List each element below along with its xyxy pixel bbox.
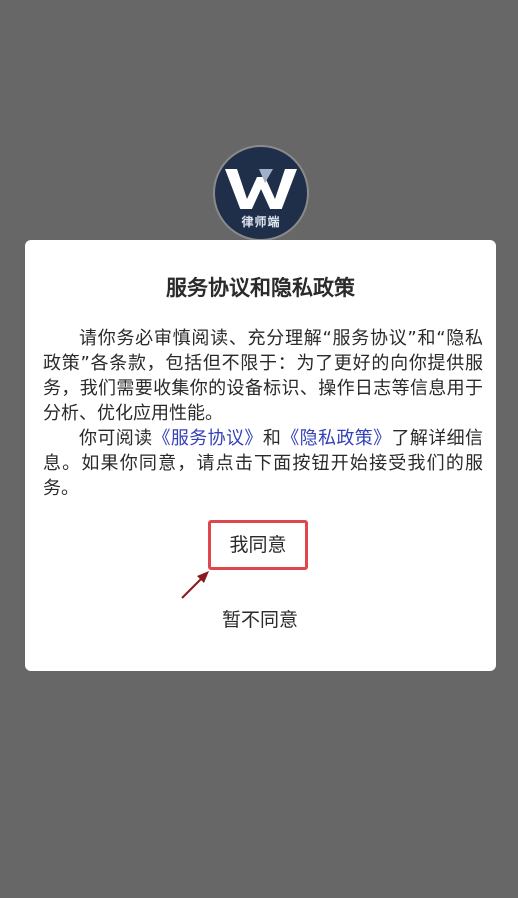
app-logo: 律师端 (215, 147, 307, 239)
dialog-paragraph-2: 你可阅读《服务协议》和《隐私政策》了解详细信息。如果你同意，请点击下面按钮开始接… (43, 426, 483, 501)
service-agreement-link[interactable]: 《服务协议》 (153, 428, 263, 449)
app-screen: 律师端 服务协议和隐私政策 请你务必审慎阅读、充分理解“服务协议”和“隐私政策”… (0, 0, 518, 898)
privacy-dialog: 服务协议和隐私政策 请你务必审慎阅读、充分理解“服务协议”和“隐私政策”各条款，… (25, 240, 496, 671)
privacy-policy-link[interactable]: 《隐私政策》 (281, 428, 391, 449)
para2-prefix: 你可阅读 (79, 428, 153, 449)
logo-caption: 律师端 (241, 215, 281, 229)
agree-highlight-box: 我同意 (208, 520, 308, 570)
dialog-paragraph-1: 请你务必审慎阅读、充分理解“服务协议”和“隐私政策”各条款，包括但不限于：为了更… (43, 328, 483, 424)
dialog-title: 服务协议和隐私政策 (166, 276, 355, 300)
agree-button[interactable]: 我同意 (211, 523, 305, 567)
disagree-button[interactable]: 暂不同意 (160, 600, 360, 640)
dialog-body: 请你务必审慎阅读、充分理解“服务协议”和“隐私政策”各条款，包括但不限于：为了更… (43, 326, 483, 501)
para2-and: 和 (262, 428, 282, 449)
pointer-arrow-icon (181, 571, 209, 599)
